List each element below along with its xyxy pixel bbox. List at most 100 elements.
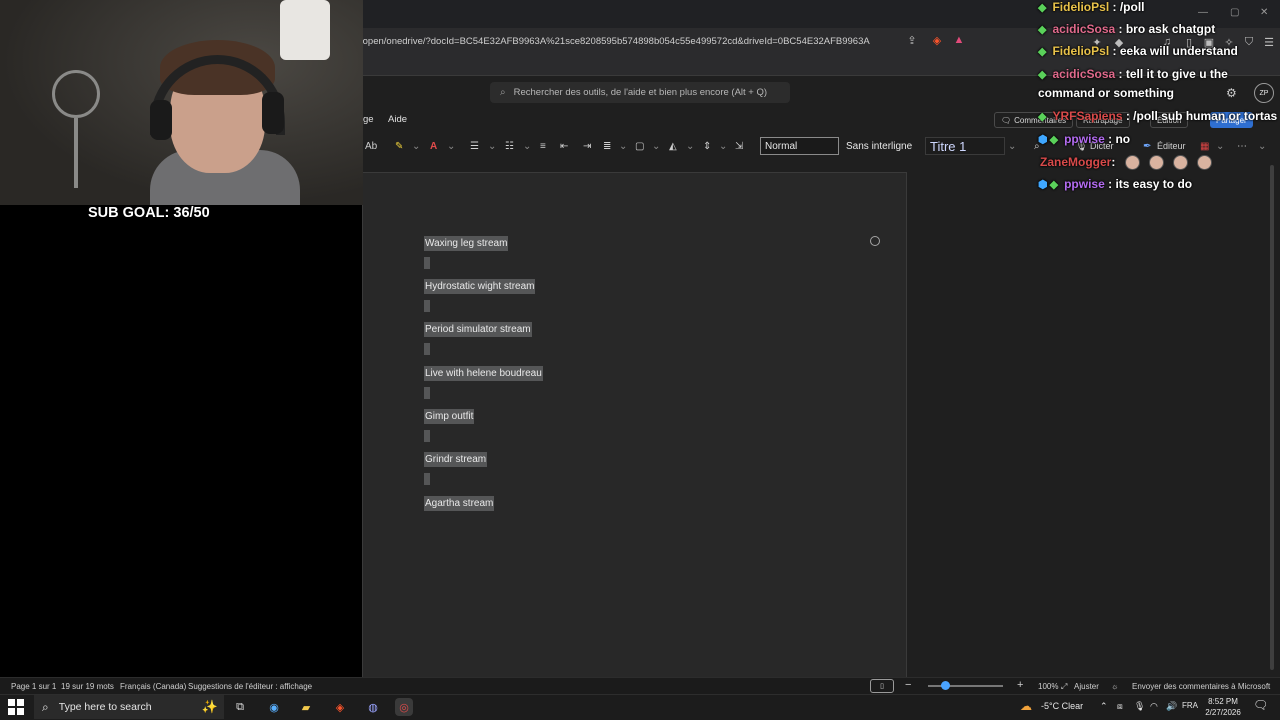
editor-button[interactable]: Éditeur (1157, 139, 1186, 153)
input-language[interactable]: FRA (1182, 701, 1198, 710)
brave-rewards-icon[interactable]: ▲ (952, 33, 966, 47)
copilot-icon[interactable]: ◉ (265, 698, 283, 716)
paragraph-icon[interactable]: ⇲ (735, 139, 743, 153)
chat-username: acidicSosa (1052, 22, 1116, 36)
file-explorer-icon[interactable]: ▰ (297, 698, 315, 716)
editor-icon[interactable]: ✒ (1143, 139, 1151, 153)
document-line[interactable]: Hydrostatic wight stream (424, 279, 536, 294)
document-line[interactable]: Live with helene boudreau (424, 366, 543, 381)
numbering-icon[interactable]: ☷ (505, 139, 514, 153)
chat-text: : no (1108, 132, 1131, 146)
emote-icon (1124, 155, 1140, 171)
style-normal[interactable]: Normal (760, 137, 839, 155)
maximize-icon[interactable]: ▢ (1230, 7, 1239, 18)
webcam-fan (52, 70, 100, 118)
empty-paragraph[interactable] (424, 430, 430, 442)
discord-icon[interactable]: ◍ (364, 698, 382, 716)
network-icon[interactable]: ⧈ (1117, 701, 1123, 712)
decrease-indent-icon[interactable]: ⇤ (560, 139, 568, 153)
wifi-icon[interactable]: ◠ (1150, 701, 1158, 712)
menu-tab-partial[interactable]: ge (363, 114, 374, 125)
chat-message: ⬢ ◆ ppwise : its easy to do (1038, 177, 1192, 193)
zoom-slider-thumb[interactable] (941, 681, 950, 690)
borders-icon[interactable]: ▢ (635, 139, 644, 153)
taskbar-search-placeholder: Type here to search (58, 701, 152, 713)
menu-tab-help[interactable]: Aide (388, 114, 407, 125)
document-line[interactable]: Grindr stream (424, 452, 488, 467)
document-line[interactable]: Period simulator stream (424, 322, 532, 337)
shading-icon[interactable]: ◭ (669, 139, 677, 153)
empty-paragraph[interactable] (424, 300, 430, 312)
line-spacing-icon[interactable]: ⇕ (703, 139, 711, 153)
document-line[interactable]: Waxing leg stream (424, 236, 509, 251)
align-icon[interactable]: ≣ (603, 139, 611, 153)
editor-check-icon[interactable] (870, 236, 880, 246)
chevron-down-icon[interactable]: ⌄ (523, 139, 531, 153)
notifications-icon[interactable]: 🗨 (1253, 698, 1268, 712)
brave-browser-icon[interactable]: ◈ (331, 698, 349, 716)
empty-paragraph[interactable] (424, 257, 430, 269)
language-status[interactable]: Français (Canada) (120, 682, 186, 691)
style-heading-1[interactable]: Titre 1 (925, 137, 1005, 155)
task-view-icon[interactable]: ⧉ (231, 698, 249, 716)
search-input[interactable]: ⌕ Rechercher des outils, de l'aide et bi… (490, 82, 790, 103)
change-case-button[interactable]: Ab (365, 139, 377, 153)
chevron-up-icon[interactable]: ⌃ (1100, 701, 1108, 712)
styles-gallery-chevron-icon[interactable]: ⌄ (1008, 139, 1016, 153)
search-icon: ⌕ (42, 699, 49, 714)
share-icon[interactable]: ⇪ (905, 33, 919, 47)
collapse-ribbon-icon[interactable]: ⌄ (1258, 139, 1266, 153)
microphone-icon[interactable]: 🎙 (1134, 701, 1145, 712)
feedback-link[interactable]: Envoyer des commentaires à Microsoft (1132, 682, 1270, 691)
highlight-icon[interactable]: ✎ (395, 139, 403, 153)
style-no-spacing[interactable]: Sans interligne (842, 137, 922, 155)
zoom-level[interactable]: 100% (1038, 682, 1058, 691)
chevron-down-icon[interactable]: ⌄ (686, 139, 694, 153)
zoom-slider[interactable] (928, 685, 1003, 687)
volume-icon[interactable]: 🔊 (1166, 701, 1177, 712)
obs-icon[interactable]: ◎ (395, 698, 413, 716)
document-line[interactable]: Gimp outfit (424, 409, 475, 424)
comment-icon: 🗨 (1001, 115, 1012, 125)
taskbar-clock[interactable]: 8:52 PM 2/27/2026 (1202, 696, 1244, 718)
editor-suggestions-status[interactable]: Suggestions de l'éditeur : affichage (188, 682, 312, 691)
chevron-down-icon[interactable]: ⌄ (1216, 139, 1224, 153)
minimize-icon[interactable]: — (1198, 7, 1208, 18)
view-mode-icon[interactable]: ▯ (870, 679, 894, 693)
chat-text: : /poll (1112, 0, 1145, 14)
feedback-icon: ☼ (1111, 682, 1119, 691)
empty-paragraph[interactable] (424, 387, 430, 399)
weather-status[interactable]: -5°C Clear (1041, 701, 1083, 711)
close-icon[interactable]: ✕ (1260, 7, 1268, 18)
settings-icon[interactable]: ⚙ (1226, 86, 1237, 100)
more-options-icon[interactable]: ⋯ (1237, 139, 1247, 153)
chevron-down-icon[interactable]: ⌄ (619, 139, 627, 153)
badge-icon: ◆ (1038, 46, 1047, 58)
fit-button[interactable]: Ajuster (1074, 682, 1099, 691)
chevron-down-icon[interactable]: ⌄ (488, 139, 496, 153)
increase-indent-icon[interactable]: ⇥ (583, 139, 591, 153)
word-count[interactable]: 19 sur 19 mots (61, 682, 114, 691)
addins-icon[interactable]: ▦ (1200, 139, 1209, 153)
windows-start-icon[interactable] (8, 699, 24, 715)
url-text[interactable]: /open/onedrive/?docId=BC54E32AFB9963A%21… (360, 36, 870, 47)
chevron-down-icon[interactable]: ⌄ (719, 139, 727, 153)
chevron-down-icon[interactable]: ⌄ (447, 139, 455, 153)
zoom-in-icon[interactable]: + (1017, 679, 1023, 691)
vertical-scrollbar[interactable] (1270, 165, 1274, 670)
multilevel-list-icon[interactable]: ≡ (540, 139, 546, 153)
chevron-down-icon[interactable]: ⌄ (412, 139, 420, 153)
brave-shield-icon[interactable]: ◈ (930, 33, 944, 47)
font-color-icon[interactable]: A (430, 139, 437, 153)
chevron-down-icon[interactable]: ⌄ (652, 139, 660, 153)
taskbar-search-input[interactable]: ⌕ Type here to search ✨ (34, 695, 224, 719)
document-line[interactable]: Agartha stream (424, 496, 495, 511)
zoom-out-icon[interactable]: − (905, 679, 911, 691)
avatar[interactable]: ZP (1254, 83, 1274, 103)
url-field[interactable]: /open/onedrive/?docId=BC54E32AFB9963A%21… (360, 30, 980, 52)
bullets-icon[interactable]: ☰ (470, 139, 479, 153)
menu-icon[interactable]: ☰ (1262, 35, 1276, 49)
vpn-icon[interactable]: ⛉ (1242, 35, 1256, 49)
empty-paragraph[interactable] (424, 343, 430, 355)
empty-paragraph[interactable] (424, 473, 430, 485)
